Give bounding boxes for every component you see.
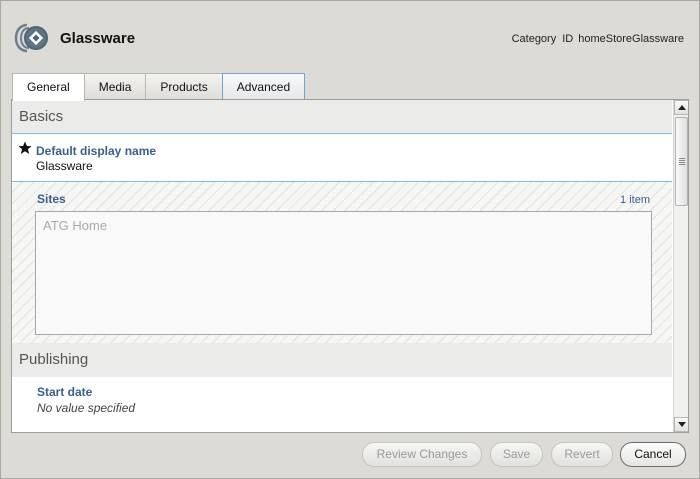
review-changes-button[interactable]: Review Changes <box>362 442 482 467</box>
category-label: Category <box>511 33 557 45</box>
star-icon <box>18 141 32 155</box>
sites-field: Sites 1 item ATG Home <box>12 182 672 343</box>
tab-bar: General Media Products Advanced <box>12 73 306 101</box>
arrow-down-icon <box>678 422 686 427</box>
scroll-thumb[interactable] <box>675 117 688 206</box>
save-button[interactable]: Save <box>490 442 543 467</box>
page-title: Glassware <box>60 30 136 47</box>
tab-media[interactable]: Media <box>83 73 147 100</box>
header: Glassware Category ID homeStoreGlassware <box>0 0 700 72</box>
section-basics-heading: Basics <box>12 100 672 134</box>
category-id: Category ID homeStoreGlassware <box>512 33 684 45</box>
tab-general[interactable]: General <box>12 73 85 101</box>
grip-icon <box>679 158 685 165</box>
arrow-up-icon <box>678 105 686 110</box>
sites-count: 1 item <box>620 194 650 206</box>
revert-button[interactable]: Revert <box>551 442 613 467</box>
list-item[interactable]: ATG Home <box>43 218 107 233</box>
display-name-value[interactable]: Glassware <box>36 159 93 173</box>
sites-list[interactable]: ATG Home <box>35 211 652 335</box>
content-panel: Basics Default display name Glassware Si… <box>11 99 689 433</box>
start-date-label: Start date <box>37 385 93 399</box>
category-icon <box>14 22 50 54</box>
tab-products[interactable]: Products <box>145 73 223 100</box>
section-publishing-heading: Publishing <box>12 343 672 377</box>
cancel-button[interactable]: Cancel <box>620 442 686 467</box>
id-label: ID <box>562 33 574 45</box>
display-name-label: Default display name <box>36 144 157 158</box>
scroll-down-button[interactable] <box>674 417 688 432</box>
start-date-field: Start date No value specified <box>12 377 672 432</box>
tab-advanced[interactable]: Advanced <box>221 73 306 100</box>
vertical-scrollbar[interactable] <box>673 100 688 432</box>
id-value: homeStoreGlassware <box>578 33 684 45</box>
scroll-area: Basics Default display name Glassware Si… <box>12 100 672 432</box>
start-date-value[interactable]: No value specified <box>37 401 135 415</box>
display-name-field: Default display name Glassware <box>12 135 672 182</box>
scroll-up-button[interactable] <box>674 100 688 115</box>
sites-label: Sites <box>37 192 66 206</box>
